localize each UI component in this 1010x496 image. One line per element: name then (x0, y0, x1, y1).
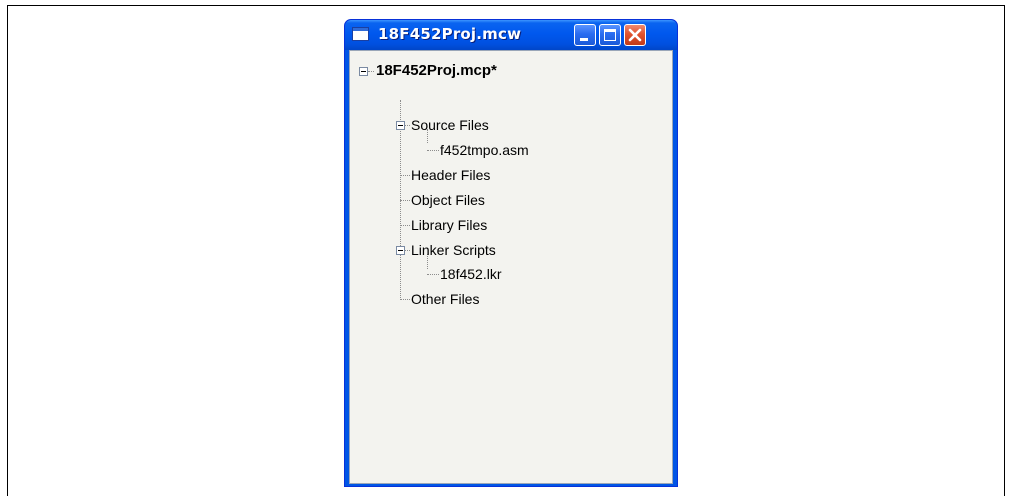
tree-branch-line (427, 274, 439, 275)
close-icon (628, 28, 642, 42)
tree-branch-line (368, 71, 374, 72)
root-collapse-toggle[interactable] (359, 67, 368, 76)
linker-scripts-collapse-toggle[interactable] (396, 246, 405, 255)
tree-item-linker-scripts[interactable]: Linker Scripts (411, 238, 496, 262)
tree-branch-line (400, 200, 410, 201)
tree-root-project[interactable]: 18F452Proj.mcp* (376, 59, 497, 83)
tree-branch-line (405, 125, 410, 126)
window-title: 18F452Proj.mcw (378, 25, 522, 43)
title-bar[interactable]: 18F452Proj.mcw (345, 20, 677, 50)
tree-item-source-files[interactable]: Source Files (411, 113, 489, 137)
minimize-button[interactable] (574, 24, 596, 46)
window-icon (352, 27, 369, 41)
tree-item-18f452-lkr[interactable]: 18f452.lkr (440, 262, 501, 286)
tree-item-object-files[interactable]: Object Files (411, 188, 485, 212)
maximize-button[interactable] (599, 24, 621, 46)
tree-branch-line (405, 250, 410, 251)
tree-branch-line (400, 299, 410, 300)
tree-item-header-files[interactable]: Header Files (411, 163, 490, 187)
tree-item-library-files[interactable]: Library Files (411, 213, 487, 237)
tree-branch-line (400, 225, 410, 226)
project-tree[interactable]: 18F452Proj.mcp* Source Files f452tmpo.as… (350, 51, 672, 483)
project-tree-panel[interactable]: 18F452Proj.mcp* Source Files f452tmpo.as… (349, 50, 673, 484)
tree-item-other-files[interactable]: Other Files (411, 287, 479, 311)
close-button[interactable] (624, 24, 646, 46)
tree-branch-line (400, 175, 410, 176)
maximize-icon (604, 29, 616, 41)
minimize-icon (580, 38, 588, 41)
project-window: 18F452Proj.mcw 18F452Proj.mcp* Source Fi… (344, 19, 678, 487)
tree-item-f452tmpo-asm[interactable]: f452tmpo.asm (440, 138, 529, 162)
tree-branch-line (427, 150, 439, 151)
source-files-collapse-toggle[interactable] (396, 121, 405, 130)
